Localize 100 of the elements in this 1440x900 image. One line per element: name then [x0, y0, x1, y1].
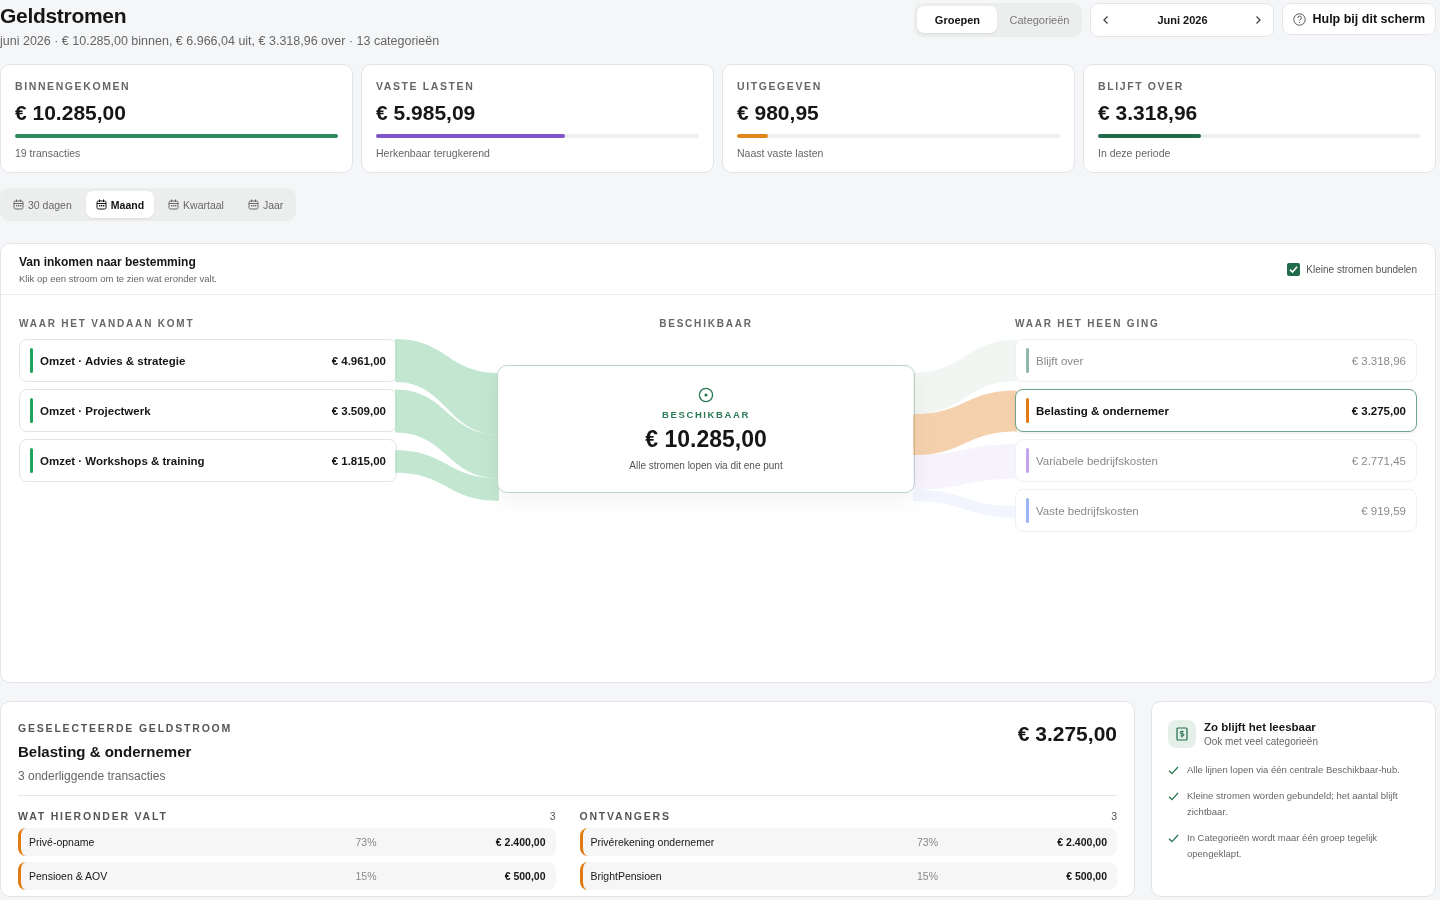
color-bar	[30, 448, 33, 473]
source-name: Omzet · Projectwerk	[40, 404, 152, 417]
toggle-option[interactable]: Categorieën	[999, 6, 1080, 33]
source-name: Omzet · Advies & strategie	[40, 354, 187, 367]
destination-name: Vaste bedrijfskosten	[1036, 504, 1140, 517]
stat-amount: € 5.985,09	[376, 101, 476, 125]
transaction-row[interactable]: Privérekening ondernemer 73% € 2.400,00	[579, 828, 1117, 856]
row-share: 15%	[355, 870, 378, 882]
page-title: Geldstromen	[0, 4, 128, 28]
calendar-icon	[13, 199, 24, 210]
destination-name: Belasting & ondernemer	[1036, 404, 1170, 417]
row-amount: € 2.400,00	[494, 836, 546, 848]
hub-amount: € 10.285,00	[645, 426, 767, 453]
source-row[interactable]: Omzet · Advies & strategie € 4.961,00	[19, 339, 397, 382]
destination-amount: € 3.275,00	[1351, 404, 1406, 417]
help-button[interactable]: Hulp bij dit scherm	[1282, 3, 1436, 35]
banknote-icon	[1168, 720, 1196, 748]
list-count: 3	[549, 810, 556, 822]
row-amount: € 2.400,00	[1056, 836, 1107, 848]
flow-band[interactable]	[395, 450, 499, 501]
tip-text: Alle lijnen lopen via één centrale Beschikbaar-hub.	[1187, 763, 1400, 777]
row-name: BrightPensioen	[590, 870, 663, 882]
panel-title: Van inkomen naar bestemming	[19, 255, 197, 269]
destination-row[interactable]: Variabele bedrijfskosten € 2.771,45	[1015, 439, 1417, 482]
selected-flow-title: Belasting & ondernemer	[18, 743, 193, 760]
panel-subtitle: Klik op een stroom om te zien wat eronder valt.	[19, 273, 217, 284]
stat-amount: € 980,95	[737, 101, 819, 125]
tips-subtitle: Ook met veel categorieën	[1204, 736, 1318, 747]
period-tab[interactable]: Kwartaal	[158, 191, 234, 218]
row-share: 73%	[355, 836, 378, 848]
row-name: Pensioen & AOV	[29, 870, 109, 882]
destination-amount: € 3.318,96	[1351, 354, 1406, 367]
stat-amount: € 10.285,00	[15, 101, 126, 125]
row-amount: € 500,00	[1065, 870, 1107, 882]
check-icon	[1168, 833, 1179, 844]
transaction-row[interactable]: BrightPensioen 15% € 500,00	[579, 862, 1117, 890]
column-heading: WAAR HET HEEN GING	[1015, 318, 1160, 329]
hub-note: Alle stromen lopen via dit ene punt	[629, 460, 783, 471]
flow-band[interactable]	[395, 339, 499, 435]
stat-label: BINNENGEKOMEN	[15, 80, 131, 92]
period-tab[interactable]: Jaar	[237, 191, 294, 218]
toggle-option[interactable]: Groepen	[917, 6, 998, 33]
color-bar	[30, 348, 33, 373]
row-amount: € 500,00	[503, 870, 546, 882]
transaction-row[interactable]: Pensioen & AOV 15% € 500,00	[18, 862, 556, 890]
stat-label: VASTE LASTEN	[376, 80, 475, 92]
checkbox-label: Kleine stromen bundelen	[1306, 264, 1417, 275]
help-icon	[1293, 12, 1307, 26]
stat-label: BLIJFT OVER	[1098, 80, 1184, 92]
check-icon	[1168, 765, 1179, 776]
hub-label: BESCHIKBAAR	[662, 409, 750, 420]
stat-note: 19 transacties	[15, 147, 81, 159]
flow-band[interactable]	[913, 444, 1017, 490]
period-tab[interactable]: Maand	[85, 191, 155, 218]
color-bar	[30, 398, 33, 423]
source-row[interactable]: Omzet · Workshops & training € 1.815,00	[19, 439, 397, 482]
row-share: 73%	[917, 836, 939, 848]
flow-band[interactable]	[395, 389, 499, 479]
tip-text: In Categorieën wordt maar één groep tegelijk opengeklapt.	[1187, 831, 1379, 861]
flow-band[interactable]	[913, 489, 1017, 518]
source-name: Omzet · Workshops & training	[40, 454, 206, 467]
stat-note: Naast vaste lasten	[737, 147, 824, 159]
row-share: 15%	[917, 870, 939, 882]
list-count: 3	[1111, 810, 1117, 822]
check-icon	[1168, 791, 1179, 802]
checkbox[interactable]	[1287, 263, 1301, 276]
selected-flow-subtitle: 3 onderliggende transacties	[18, 769, 167, 783]
source-amount: € 3.509,00	[331, 404, 386, 417]
calendar-icon	[247, 199, 259, 210]
row-name: Privérekening ondernemer	[590, 836, 716, 848]
stat-note: Herkenbaar terugkerend	[376, 147, 490, 159]
destination-row[interactable]: Blijft over € 3.318,96	[1015, 339, 1417, 382]
stat-amount: € 3.318,96	[1098, 101, 1198, 125]
month-label: Juni 2026	[1157, 14, 1208, 26]
column-heading: WAAR HET VANDAAN KOMT	[19, 318, 195, 329]
source-row[interactable]: Omzet · Projectwerk € 3.509,00	[19, 389, 397, 432]
destination-name: Variabele bedrijfskosten	[1036, 454, 1159, 467]
source-amount: € 1.815,00	[331, 454, 386, 467]
destination-name: Blijft over	[1036, 354, 1085, 367]
list-heading: WAT HIERONDER VALT	[18, 810, 168, 822]
calendar-icon	[168, 199, 180, 210]
tips-title: Zo blijft het leesbaar	[1204, 721, 1317, 733]
destination-amount: € 919,59	[1361, 504, 1406, 517]
column-heading: BESCHIKBAAR	[659, 318, 753, 329]
flow-band[interactable]	[913, 339, 1017, 415]
check-icon	[1289, 265, 1299, 274]
destination-amount: € 2.771,45	[1351, 454, 1406, 467]
stat-label: UITGEGEVEN	[737, 80, 822, 92]
destination-row[interactable]: Vaste bedrijfskosten € 919,59	[1015, 489, 1417, 532]
calendar-icon	[95, 199, 107, 210]
source-amount: € 4.961,00	[331, 354, 386, 367]
target-icon	[698, 387, 714, 403]
row-name: Privé-opname	[29, 836, 96, 848]
period-tab[interactable]: 30 dagen	[3, 191, 82, 218]
destination-row[interactable]: Belasting & ondernemer € 3.275,00	[1015, 389, 1417, 432]
transaction-row[interactable]: Privé-opname 73% € 2.400,00	[18, 828, 556, 856]
stat-note: In deze periode	[1098, 147, 1171, 159]
flow-band[interactable]	[913, 390, 1017, 456]
selected-flow-amount: € 3.275,00	[1017, 722, 1117, 746]
section-label: GESELECTEERDE GELDSTROOM	[18, 722, 233, 734]
